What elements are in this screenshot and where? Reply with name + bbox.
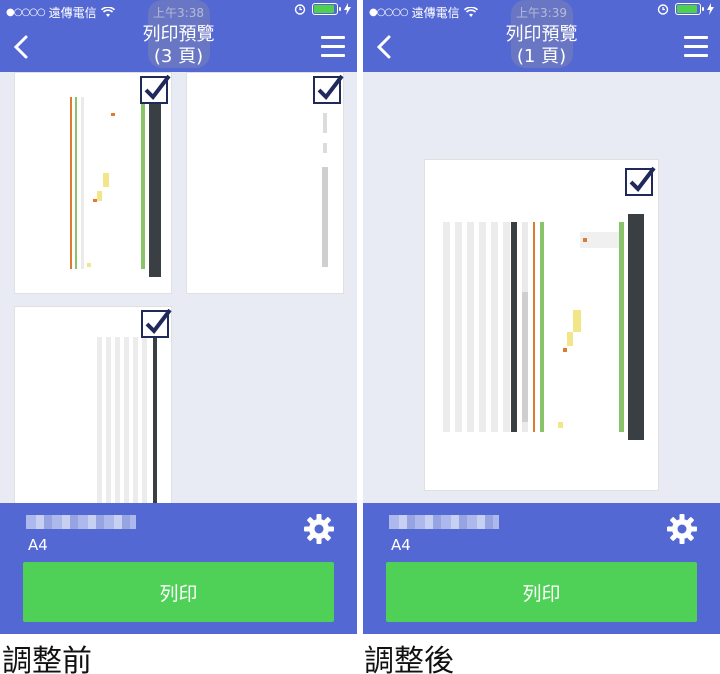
- title-line-1: 列印預覽: [505, 24, 578, 45]
- page-thumbnail-1[interactable]: [424, 159, 659, 491]
- gear-icon[interactable]: [303, 513, 335, 545]
- comparison-image: ●○○○○ 遠傳電信 上午3:38: [0, 0, 720, 674]
- menu-icon[interactable]: [321, 36, 345, 58]
- checkbox-checked-icon: [144, 74, 171, 101]
- battery-icon: [312, 3, 341, 15]
- screen-before: ●○○○○ 遠傳電信 上午3:38: [0, 0, 357, 634]
- caption-before: 調整前: [2, 644, 92, 674]
- checkbox-checked-icon: [629, 166, 656, 193]
- title-line-2: (1 頁): [516, 46, 567, 67]
- print-button[interactable]: 列印: [23, 562, 334, 622]
- page-1-checkbox[interactable]: [140, 74, 171, 104]
- page-1-checkbox[interactable]: [625, 166, 656, 196]
- page-thumbnail-1[interactable]: [14, 72, 172, 294]
- alarm-icon: [657, 4, 669, 15]
- menu-icon[interactable]: [684, 36, 708, 58]
- title-line-2: (3 頁): [153, 46, 204, 67]
- page-3-checkbox[interactable]: [141, 308, 172, 338]
- alarm-icon: [294, 4, 306, 15]
- page-title: 列印預覽 (1 頁): [363, 24, 720, 68]
- paper-size[interactable]: A4: [28, 536, 48, 554]
- printer-name-redacted: [389, 515, 499, 529]
- screen-after: ●○○○○ 遠傳電信 上午3:39: [363, 0, 720, 634]
- charging-icon: [344, 3, 351, 15]
- nav-bar: 列印預覽 (3 頁): [0, 0, 357, 72]
- page-2-checkbox[interactable]: [313, 74, 344, 104]
- page-title: 列印預覽 (3 頁): [0, 24, 357, 68]
- battery-icon: [675, 3, 704, 15]
- preview-area: [363, 72, 720, 503]
- paper-size[interactable]: A4: [391, 536, 411, 554]
- nav-bar: 列印預覽 (1 頁): [363, 0, 720, 72]
- printer-name-redacted: [26, 515, 136, 529]
- title-line-1: 列印預覽: [142, 24, 215, 45]
- print-settings-bar: A4 列印: [363, 503, 720, 634]
- charging-icon: [707, 3, 714, 15]
- caption-after: 調整後: [364, 644, 454, 674]
- page-thumbnail-2[interactable]: [186, 72, 344, 294]
- checkbox-checked-icon: [317, 74, 344, 101]
- status-icons: [657, 3, 714, 15]
- checkbox-checked-icon: [145, 308, 172, 335]
- status-icons: [294, 3, 351, 15]
- print-button[interactable]: 列印: [386, 562, 697, 622]
- gear-icon[interactable]: [666, 513, 698, 545]
- print-settings-bar: A4 列印: [0, 503, 357, 634]
- preview-area: [0, 72, 357, 503]
